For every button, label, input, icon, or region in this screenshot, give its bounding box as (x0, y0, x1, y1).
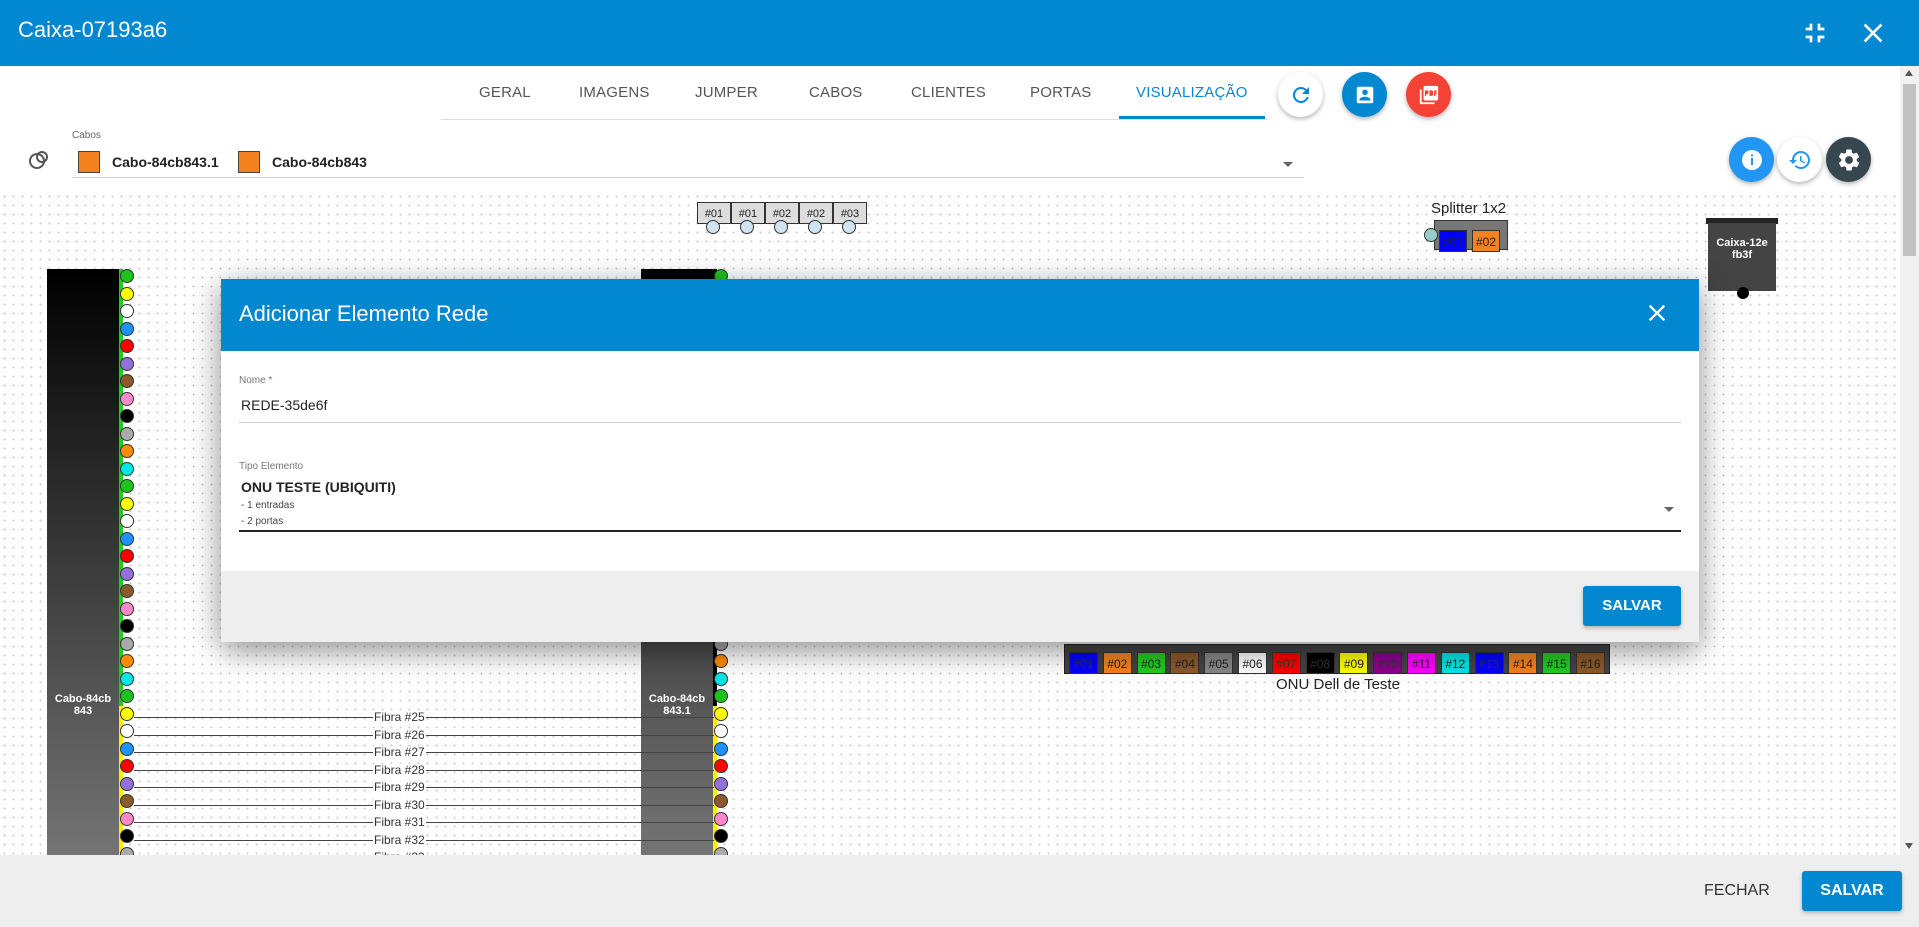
dialog-footer: SALVAR (221, 571, 1699, 642)
dialog-save-button[interactable]: SALVAR (1583, 586, 1681, 626)
nome-label: Nome * (239, 375, 273, 386)
modal-overlay: Adicionar Elemento Rede Nome * REDE-35de… (0, 0, 1919, 927)
tipo-elemento-select[interactable]: ONU TESTE (UBIQUITI) (241, 479, 396, 495)
tipo-portas: - 2 portas (241, 516, 284, 527)
tipo-entradas: - 1 entradas (241, 500, 295, 511)
app-window: Caixa-07193a6 GERAL IMAGENS JUMPER CABOS… (0, 0, 1919, 927)
nome-underline (239, 422, 1681, 423)
nome-input[interactable]: REDE-35de6f (241, 397, 327, 413)
dialog-close-icon[interactable] (1641, 299, 1673, 331)
dialog-header: Adicionar Elemento Rede (221, 279, 1699, 351)
add-network-element-dialog: Adicionar Elemento Rede Nome * REDE-35de… (221, 279, 1699, 642)
chevron-down-icon[interactable] (1663, 501, 1675, 519)
dialog-title: Adicionar Elemento Rede (239, 301, 489, 326)
tipo-underline (239, 530, 1681, 532)
tipo-elemento-label: Tipo Elemento (239, 461, 304, 472)
